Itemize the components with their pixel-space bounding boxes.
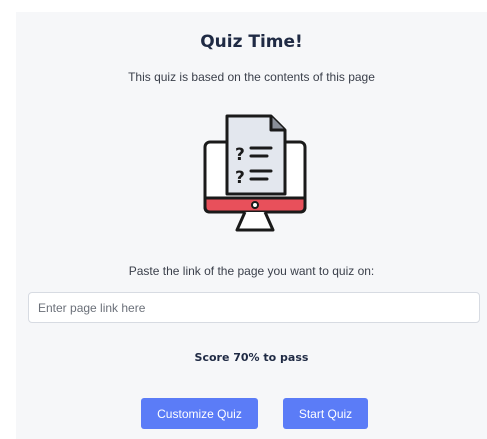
question-mark-1: ?: [235, 145, 245, 165]
quiz-subtitle: This quiz is based on the contents of th…: [128, 70, 375, 84]
quiz-panel: Quiz Time! This quiz is based on the con…: [16, 12, 487, 439]
question-mark-2: ?: [235, 168, 245, 188]
page-link-input[interactable]: [28, 292, 480, 323]
link-prompt: Paste the link of the page you want to q…: [128, 264, 375, 278]
monitor-stand: [235, 211, 275, 232]
customize-quiz-button[interactable]: Customize Quiz: [141, 398, 258, 429]
monitor-quiz-icon: ? ?: [203, 114, 307, 232]
quiz-title: Quiz Time!: [200, 32, 303, 52]
pass-score-text: Score 70% to pass: [194, 351, 309, 364]
start-quiz-button[interactable]: Start Quiz: [283, 398, 368, 429]
power-button-dot: [251, 201, 259, 209]
